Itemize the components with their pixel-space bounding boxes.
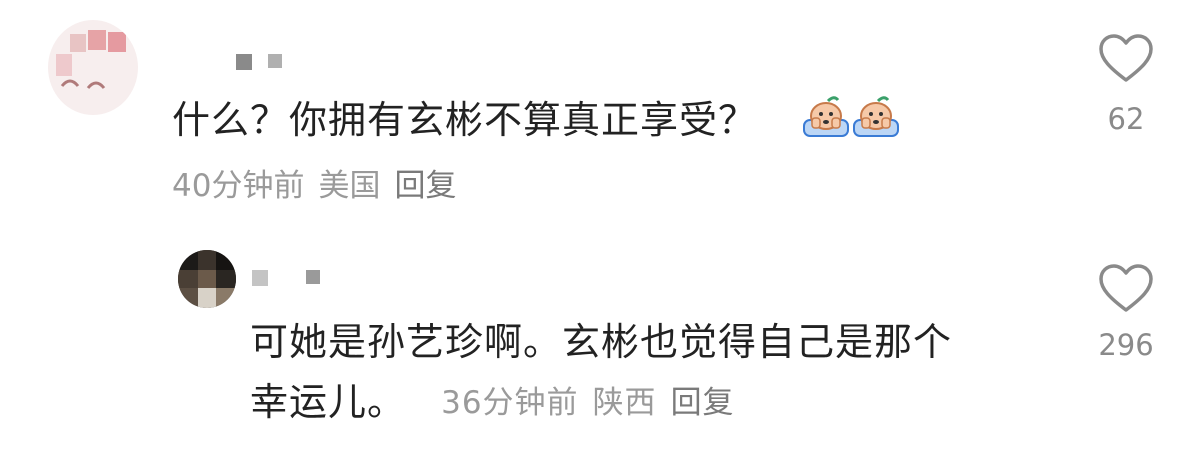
comment-location: 美国 bbox=[318, 168, 381, 204]
like-count: 296 bbox=[1098, 328, 1154, 362]
crying-face-emoji bbox=[853, 96, 899, 137]
heart-outline-icon[interactable] bbox=[1098, 34, 1154, 84]
reply-button[interactable]: 回复 bbox=[394, 168, 456, 204]
avatar[interactable] bbox=[48, 20, 138, 115]
reply-location: 陕西 bbox=[592, 385, 657, 421]
heart-outline-icon[interactable] bbox=[1098, 264, 1154, 314]
reply-text-line: 幸运儿。 bbox=[250, 380, 407, 424]
reply-meta: 36分钟前 陕西 回复 bbox=[441, 385, 748, 421]
avatar-doodle bbox=[60, 79, 106, 89]
comment-meta: 40分钟前 美国 回复 bbox=[172, 160, 470, 205]
reply-button[interactable]: 回复 bbox=[671, 385, 735, 421]
avatar[interactable] bbox=[178, 250, 236, 308]
crying-face-emoji bbox=[803, 96, 849, 137]
reply-time: 36分钟前 bbox=[441, 385, 579, 421]
comment-text[interactable]: 什么？你拥有玄彬不算真正享受？ bbox=[172, 90, 757, 150]
comment-text-content: 什么？你拥有玄彬不算真正享受？ bbox=[172, 98, 758, 142]
reply-text[interactable]: 可她是孙艺珍啊。玄彬也觉得自己是那个 幸运儿。 36分钟前 陕西 回复 bbox=[250, 312, 1050, 435]
comment-time: 40分钟前 bbox=[172, 168, 305, 204]
like-count: 62 bbox=[1107, 102, 1145, 136]
reply-text-line: 可她是孙艺珍啊。玄彬也觉得自己是那个 bbox=[250, 320, 953, 364]
